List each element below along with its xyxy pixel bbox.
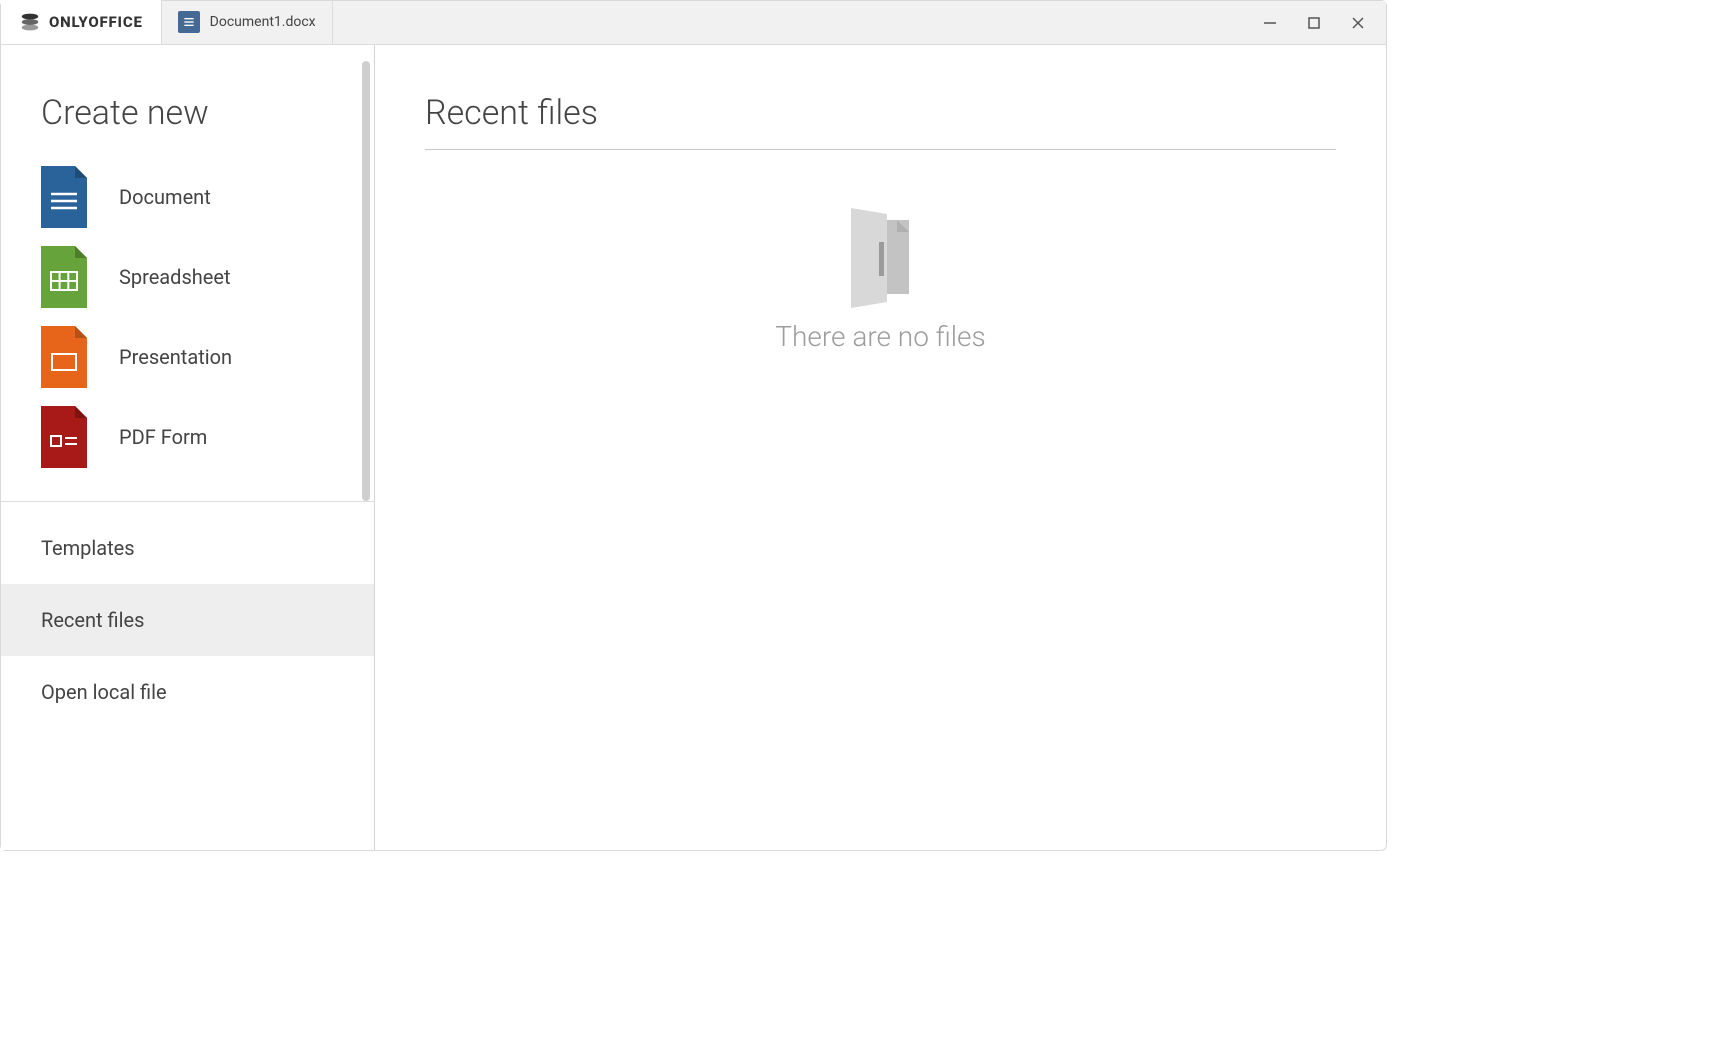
minimize-button[interactable] — [1248, 1, 1292, 45]
sidebar-scrollbar[interactable] — [362, 61, 370, 501]
window-controls — [1248, 1, 1386, 44]
document-file-icon — [178, 11, 200, 33]
titlebar: ONLYOFFICE Document1.docx — [1, 1, 1386, 45]
nav-templates-label: Templates — [41, 536, 135, 560]
create-new-heading: Create new — [1, 93, 374, 157]
main-heading: Recent files — [425, 93, 1336, 149]
create-spreadsheet-label: Spreadsheet — [119, 265, 231, 289]
empty-state: There are no files — [425, 208, 1336, 353]
nav-recent-files-label: Recent files — [41, 608, 144, 632]
sidebar-nav: Templates Recent files Open local file — [1, 502, 374, 728]
spreadsheet-icon — [41, 246, 87, 308]
create-presentation-label: Presentation — [119, 345, 232, 369]
close-button[interactable] — [1336, 1, 1380, 45]
pdf-form-icon — [41, 406, 87, 468]
create-new-list: Document Spreadsheet Presentation — [1, 157, 374, 501]
onlyoffice-logo-icon — [19, 11, 41, 33]
document-tab[interactable]: Document1.docx — [162, 0, 333, 44]
maximize-button[interactable] — [1292, 1, 1336, 45]
main-heading-rule — [425, 149, 1336, 150]
presentation-icon — [41, 326, 87, 388]
create-spreadsheet[interactable]: Spreadsheet — [41, 237, 354, 317]
home-tab[interactable]: ONLYOFFICE — [1, 0, 162, 44]
empty-state-label: There are no files — [775, 320, 985, 353]
empty-folder-icon — [841, 208, 921, 308]
create-presentation[interactable]: Presentation — [41, 317, 354, 397]
create-pdf-form[interactable]: PDF Form — [41, 397, 354, 477]
create-pdf-form-label: PDF Form — [119, 425, 207, 449]
nav-open-local-file[interactable]: Open local file — [1, 656, 374, 728]
titlebar-tabs: ONLYOFFICE Document1.docx — [1, 1, 1248, 44]
nav-open-local-file-label: Open local file — [41, 680, 167, 704]
document-tab-label: Document1.docx — [210, 14, 316, 30]
sidebar: Create new Document Spreadsheet — [1, 45, 375, 850]
nav-templates[interactable]: Templates — [1, 512, 374, 584]
nav-recent-files[interactable]: Recent files — [1, 584, 374, 656]
document-icon — [41, 166, 87, 228]
main-panel: Recent files There are no files — [375, 45, 1386, 850]
app-name: ONLYOFFICE — [49, 13, 143, 31]
create-document[interactable]: Document — [41, 157, 354, 237]
create-document-label: Document — [119, 185, 211, 209]
